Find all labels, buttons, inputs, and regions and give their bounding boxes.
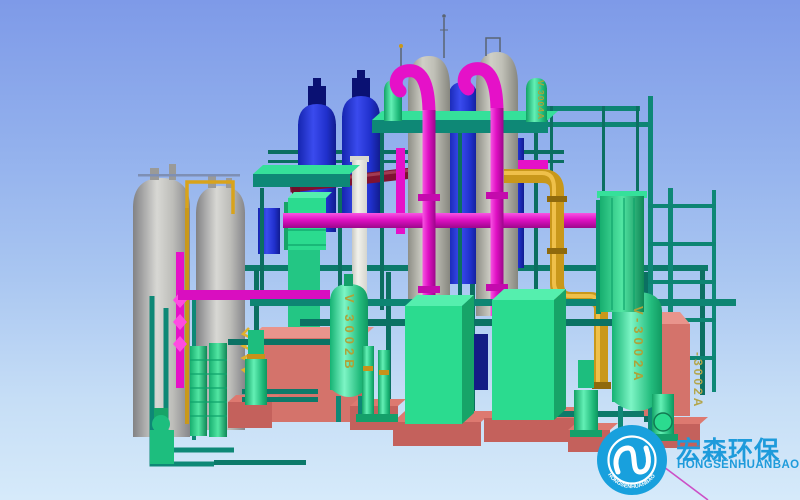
label-v3002b: V-3002B bbox=[342, 294, 357, 373]
cad-viewport: V-3002B V-3002A V-3004A -3002A HONGSENHU… bbox=[0, 0, 800, 500]
slab-1 bbox=[393, 422, 481, 446]
green-box-2 bbox=[492, 289, 566, 420]
label-v3002a: V-3002A bbox=[631, 306, 646, 385]
left-platform bbox=[253, 174, 350, 187]
pump-left bbox=[245, 330, 267, 405]
green-box-1 bbox=[405, 295, 474, 424]
label-3002a-tag: -3002A bbox=[691, 352, 705, 409]
tank-top-pipe bbox=[138, 174, 240, 177]
plant-3d-render bbox=[0, 0, 800, 500]
label-v3004a: V-3004A bbox=[536, 80, 546, 120]
plate-heat-exchanger bbox=[596, 191, 647, 314]
company-name-en: HONGSENHUANBAO bbox=[677, 459, 800, 471]
company-logo: HONGSENHUANBAO bbox=[596, 424, 668, 496]
upper-platform bbox=[372, 120, 548, 133]
slab-2 bbox=[484, 418, 576, 442]
